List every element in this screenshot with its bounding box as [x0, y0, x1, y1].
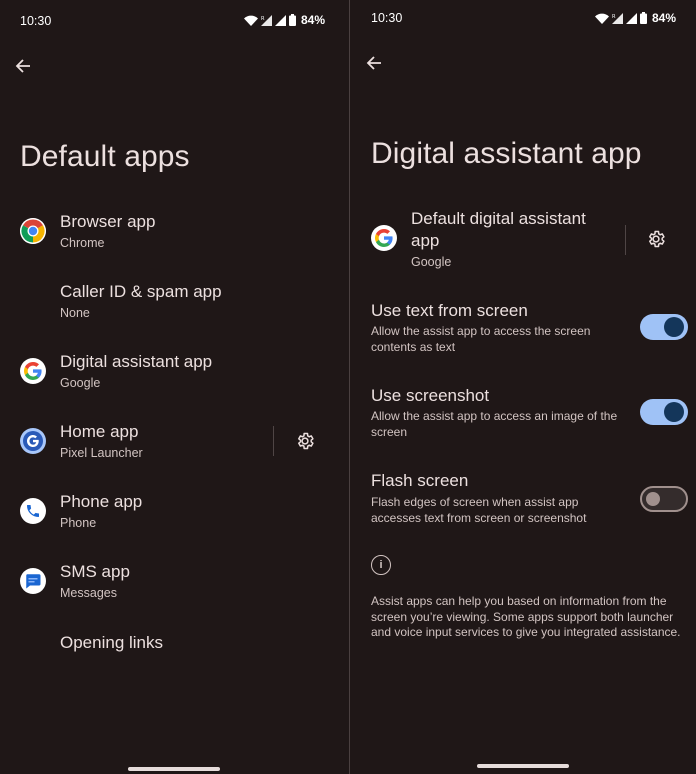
- item-sub: Chrome: [60, 236, 105, 250]
- back-button[interactable]: [362, 51, 386, 75]
- item-sub: None: [60, 306, 90, 320]
- battery-icon: [639, 12, 647, 24]
- wifi-icon: [243, 15, 258, 26]
- status-icons: R 84%: [243, 13, 325, 27]
- item-sub: Google: [60, 376, 101, 390]
- battery-percent: 84%: [300, 13, 325, 27]
- back-arrow-icon: [15, 59, 30, 73]
- list-item-digital-assistant-app[interactable]: Digital assistant app Google: [0, 347, 349, 407]
- toggle-knob: [664, 317, 684, 337]
- digital-assistant-screen: 10:30 R 84% Digital assistant app Defaul…: [350, 0, 696, 774]
- wifi-icon: [594, 13, 609, 24]
- google-icon: [371, 225, 397, 251]
- flash-screen-toggle[interactable]: [640, 486, 688, 512]
- status-time: 10:30: [20, 14, 52, 28]
- item-sub: Messages: [60, 586, 117, 600]
- list-item-phone-app[interactable]: Phone app Phone: [0, 487, 349, 547]
- use-text-toggle[interactable]: [640, 314, 688, 340]
- default-digital-assistant-row[interactable]: Default digital assistant app Google: [350, 205, 696, 275]
- battery-percent: 84%: [651, 11, 676, 25]
- divider: [625, 225, 626, 255]
- list-item-browser-app[interactable]: Browser app Chrome: [0, 207, 349, 267]
- pref-title: Flash screen: [371, 471, 469, 490]
- phone-icon: [20, 498, 46, 524]
- item-label: Opening links: [60, 633, 164, 652]
- list-item-opening-links[interactable]: Opening links: [0, 627, 349, 687]
- pref-title: Use screenshot: [371, 386, 490, 405]
- item-label: Browser app: [60, 212, 156, 231]
- signal-icon: R: [260, 14, 272, 26]
- signal-icon: [625, 12, 637, 24]
- pref-desc: Flash edges of screen when assist app ac…: [371, 495, 587, 525]
- back-arrow-icon: [366, 56, 381, 70]
- back-button[interactable]: [11, 54, 35, 78]
- list-item-sms-app[interactable]: SMS app Messages: [0, 557, 349, 617]
- page-title: Default apps: [20, 140, 190, 173]
- item-label: Phone app: [60, 492, 143, 511]
- pref-desc: Allow the assist app to access an image …: [371, 409, 618, 439]
- item-sub: Pixel Launcher: [60, 446, 143, 460]
- pref-title: Use text from screen: [371, 301, 528, 320]
- status-bar: 10:30 R 84%: [0, 0, 349, 40]
- item-sub: Google: [411, 255, 452, 269]
- pref-desc: Allow the assist app to access the scree…: [371, 324, 591, 354]
- home-app-settings-button[interactable]: [293, 429, 317, 453]
- gear-icon: [298, 432, 314, 450]
- default-apps-screen: 10:30 R 84% Default apps Browser app Chr…: [0, 0, 349, 774]
- chrome-icon: [20, 218, 46, 244]
- assistant-settings-button[interactable]: [644, 227, 668, 251]
- use-screenshot-toggle[interactable]: [640, 399, 688, 425]
- google-icon: [20, 358, 46, 384]
- pixel-launcher-icon: [20, 428, 46, 454]
- info-icon: i: [371, 555, 391, 575]
- item-label: SMS app: [60, 562, 130, 581]
- item-sub: Phone: [60, 516, 97, 530]
- battery-icon: [288, 14, 296, 26]
- page-title: Digital assistant app: [371, 137, 642, 170]
- pref-flash-screen[interactable]: Flash screen Flash edges of screen when …: [350, 468, 696, 534]
- item-label-line2: app: [411, 231, 440, 250]
- item-label: Digital assistant app: [60, 352, 213, 371]
- status-icons: R 84%: [594, 11, 676, 25]
- toggle-knob: [646, 492, 660, 506]
- gear-icon: [649, 230, 665, 248]
- toggle-knob: [664, 402, 684, 422]
- status-bar: 10:30 R 84%: [350, 0, 696, 40]
- info-footer-text: Assist apps can help you based on inform…: [371, 594, 681, 639]
- item-label: Caller ID & spam app: [60, 282, 222, 301]
- svg-text:R: R: [612, 14, 616, 20]
- gesture-nav-bar[interactable]: [477, 764, 569, 768]
- item-label-line1: Default digital assistant: [411, 209, 586, 228]
- messages-icon: [20, 568, 46, 594]
- gesture-nav-bar[interactable]: [128, 767, 220, 771]
- pref-use-screenshot[interactable]: Use screenshot Allow the assist app to a…: [350, 383, 696, 449]
- list-item-caller-id-app[interactable]: Caller ID & spam app None: [0, 277, 349, 337]
- list-item-home-app[interactable]: Home app Pixel Launcher: [0, 417, 349, 477]
- svg-text:R: R: [261, 16, 265, 22]
- status-time: 10:30: [371, 11, 403, 25]
- divider: [273, 426, 274, 456]
- pref-use-text-from-screen[interactable]: Use text from screen Allow the assist ap…: [350, 298, 696, 364]
- signal-icon: R: [611, 12, 623, 24]
- signal-icon: [274, 14, 286, 26]
- item-label: Home app: [60, 422, 139, 441]
